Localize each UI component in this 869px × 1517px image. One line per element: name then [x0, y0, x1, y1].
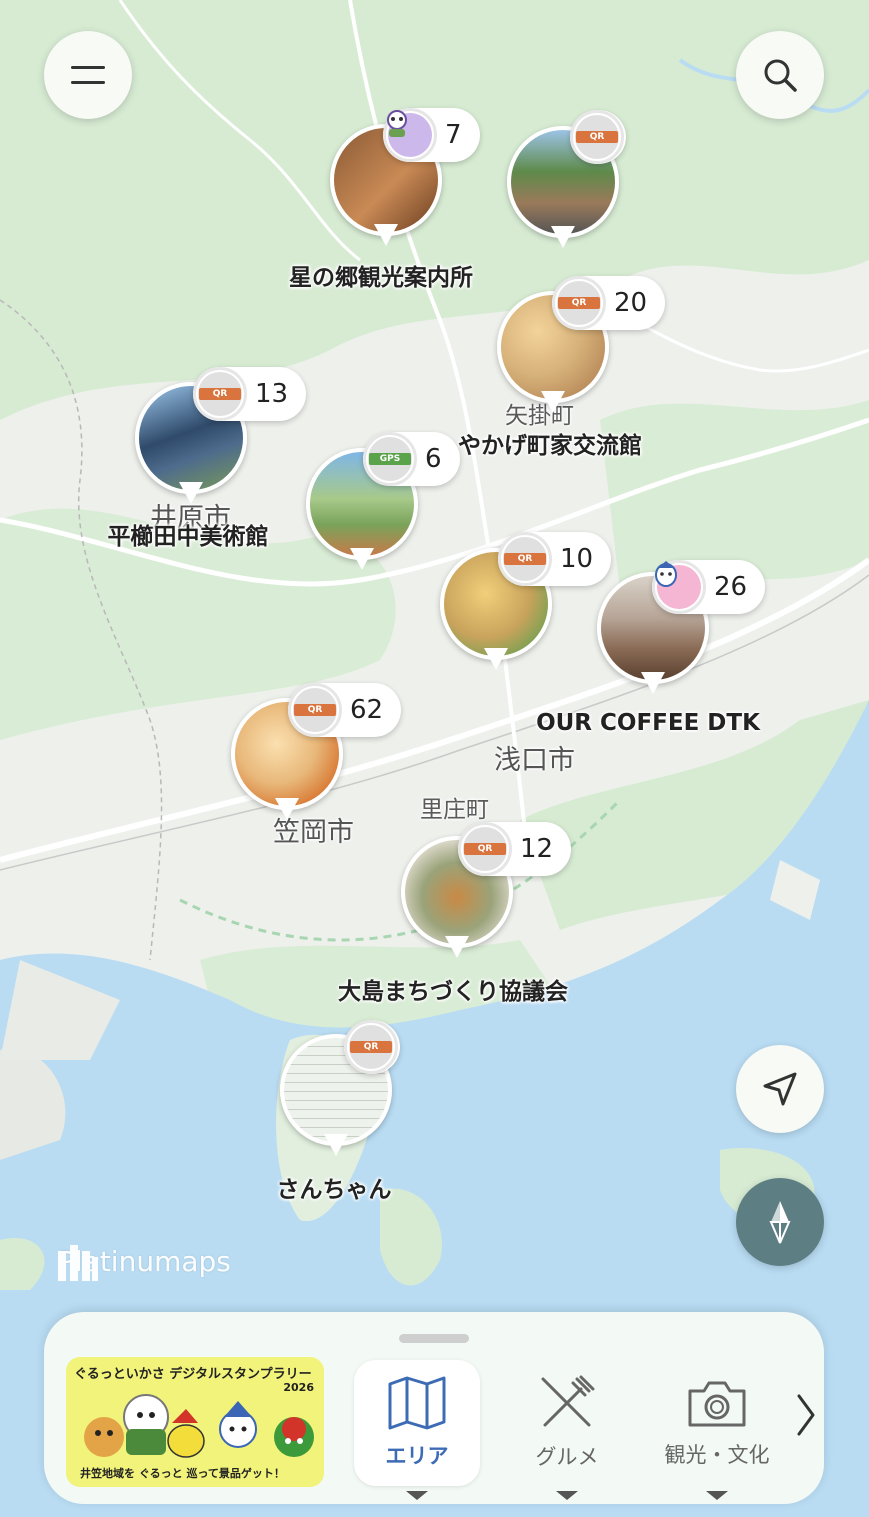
tab-caret-icon	[406, 1491, 428, 1500]
spot-label[interactable]: 大島まちづくり協議会	[338, 972, 568, 1006]
search-icon	[764, 59, 797, 92]
bottom-panel[interactable]: ぐるっといかさ デジタルスタンプラリー 2026 井笠地域を ぐるっと 巡って景…	[44, 1312, 824, 1504]
camera-icon	[688, 1381, 746, 1427]
current-location-button[interactable]	[736, 1045, 824, 1133]
qr-badge-icon: QR	[458, 822, 512, 876]
gps-badge-icon: GPS	[363, 432, 417, 486]
character-avatar-icon	[383, 108, 437, 162]
fork-knife-icon	[541, 1375, 595, 1427]
spot-badge: QR	[570, 110, 626, 164]
spot-count: 20	[614, 288, 648, 318]
spot-badge: GPS 6	[363, 432, 460, 486]
compass-button[interactable]	[736, 1178, 824, 1266]
spot-badge: QR 62	[288, 683, 402, 737]
platinumaps-logo-icon	[58, 1245, 98, 1281]
spot-badge: 26	[652, 560, 766, 614]
chevron-right-icon	[797, 1394, 815, 1436]
qr-badge-icon: QR	[288, 683, 342, 737]
menu-button[interactable]	[44, 31, 132, 119]
tab-sightseeing-label: 観光・文化	[664, 1443, 770, 1467]
pin-tail	[275, 798, 299, 820]
spot-badge: QR	[344, 1020, 400, 1074]
pin-tail	[324, 1134, 348, 1156]
pin-tail	[179, 482, 203, 504]
qr-badge-icon: QR	[570, 110, 624, 164]
pin-tail	[374, 224, 398, 246]
spot-count: 13	[255, 379, 289, 409]
panel-drag-handle[interactable]	[399, 1334, 469, 1343]
banner-subtitle: 井笠地域を ぐるっと 巡って景品ゲット！	[80, 1467, 285, 1480]
map-icon	[388, 1376, 446, 1430]
map-canvas[interactable]: 矢掛町 里庄町 井原市 浅口市 笠岡市 7 星の郷観光案内所 QR QR 20 …	[0, 0, 869, 1517]
tab-area-label: エリア	[385, 1444, 449, 1468]
qr-badge-icon: QR	[344, 1020, 398, 1074]
spot-badge: 7	[383, 108, 480, 162]
pin-tail	[551, 226, 575, 248]
spot-count: 12	[520, 834, 554, 864]
map-attribution: Platinumaps	[58, 1245, 231, 1281]
spot-count: 6	[425, 444, 442, 474]
pin-tail	[484, 648, 508, 670]
spot-count: 26	[714, 572, 748, 602]
menu-icon	[71, 66, 105, 84]
spot-count: 62	[350, 695, 384, 725]
tab-gourmet-label: グルメ	[535, 1445, 599, 1469]
town-name-satosho: 里庄町	[420, 797, 489, 823]
tab-area[interactable]: エリア	[354, 1360, 480, 1500]
spot-badge: QR 12	[458, 822, 572, 876]
spot-count: 10	[560, 544, 594, 574]
compass-icon	[769, 1201, 791, 1244]
next-tabs-button[interactable]	[796, 1394, 816, 1440]
spot-label[interactable]: さんちゃん	[277, 1170, 392, 1204]
spot-label[interactable]: 平櫛田中美術館	[108, 517, 269, 551]
stamp-rally-banner[interactable]: ぐるっといかさ デジタルスタンプラリー 2026 井笠地域を ぐるっと 巡って景…	[66, 1357, 324, 1487]
spot-label[interactable]: OUR COFFEE DTK	[536, 710, 760, 736]
spot-badge: QR 20	[552, 276, 666, 330]
pin-tail	[641, 672, 665, 694]
spot-label[interactable]: やかげ町家交流館	[458, 426, 642, 460]
spot-badge: QR 13	[193, 367, 307, 421]
qr-badge-icon: QR	[193, 367, 247, 421]
city-name-asakuchi: 浅口市	[494, 745, 575, 776]
spot-badge: QR 10	[498, 532, 612, 586]
pin-tail	[541, 391, 565, 413]
tab-caret-icon	[556, 1491, 578, 1500]
tab-gourmet[interactable]: グルメ	[504, 1360, 630, 1500]
pin-tail	[445, 936, 469, 958]
spot-label[interactable]: 星の郷観光案内所	[289, 258, 473, 292]
tab-caret-icon	[706, 1491, 728, 1500]
spot-count: 7	[445, 120, 462, 150]
navigation-arrow-icon	[763, 1072, 797, 1106]
qr-badge-icon: QR	[498, 532, 552, 586]
tab-sightseeing-culture[interactable]: 観光・文化	[654, 1360, 780, 1500]
character-avatar-icon	[652, 560, 706, 614]
search-button[interactable]	[736, 31, 824, 119]
pin-tail	[350, 548, 374, 570]
qr-badge-icon: QR	[552, 276, 606, 330]
